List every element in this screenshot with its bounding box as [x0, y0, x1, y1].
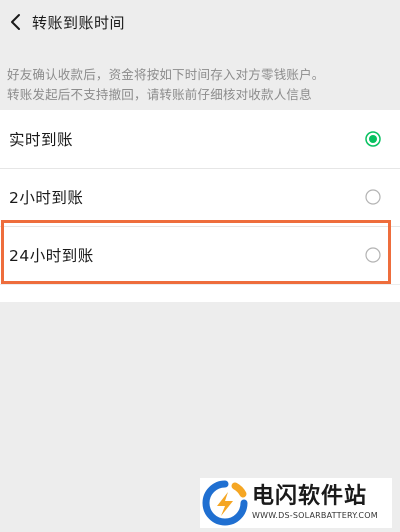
option-label: 2小时到账: [9, 189, 84, 207]
chevron-left-icon: [11, 14, 20, 30]
option-label: 24小时到账: [9, 247, 94, 265]
back-button[interactable]: [2, 0, 30, 44]
option-instant[interactable]: 实时到账: [0, 110, 400, 168]
watermark: 电闪软件站 WWW.DS-SOLARBATTERY.COM: [200, 478, 392, 528]
notice-line-1: 好友确认收款后，资金将按如下时间存入对方零钱账户。: [7, 67, 325, 82]
page-title: 转账到账时间: [32, 13, 126, 32]
transfer-notice: 好友确认收款后，资金将按如下时间存入对方零钱账户。 转账发起后不支持撤回，请转账…: [7, 65, 395, 105]
option-24-hours[interactable]: 24小时到账: [0, 226, 400, 284]
top-bar: 转账到账时间: [0, 0, 400, 44]
watermark-subtitle: WWW.DS-SOLARBATTERY.COM: [252, 511, 378, 520]
option-2-hours[interactable]: 2小时到账: [0, 168, 400, 226]
option-label: 实时到账: [9, 131, 74, 149]
radio-checked-icon[interactable]: [365, 131, 381, 147]
notice-line-2: 转账发起后不支持撤回，请转账前仔细核对收款人信息: [7, 87, 312, 102]
radio-unchecked-icon[interactable]: [365, 247, 381, 263]
arrival-time-options: 实时到账 2小时到账 24小时到账: [0, 110, 400, 284]
radio-unchecked-icon[interactable]: [365, 189, 381, 205]
watermark-title: 电闪软件站: [252, 484, 368, 509]
lightning-logo-icon: [202, 480, 248, 526]
options-bottom-padding: [0, 285, 400, 302]
